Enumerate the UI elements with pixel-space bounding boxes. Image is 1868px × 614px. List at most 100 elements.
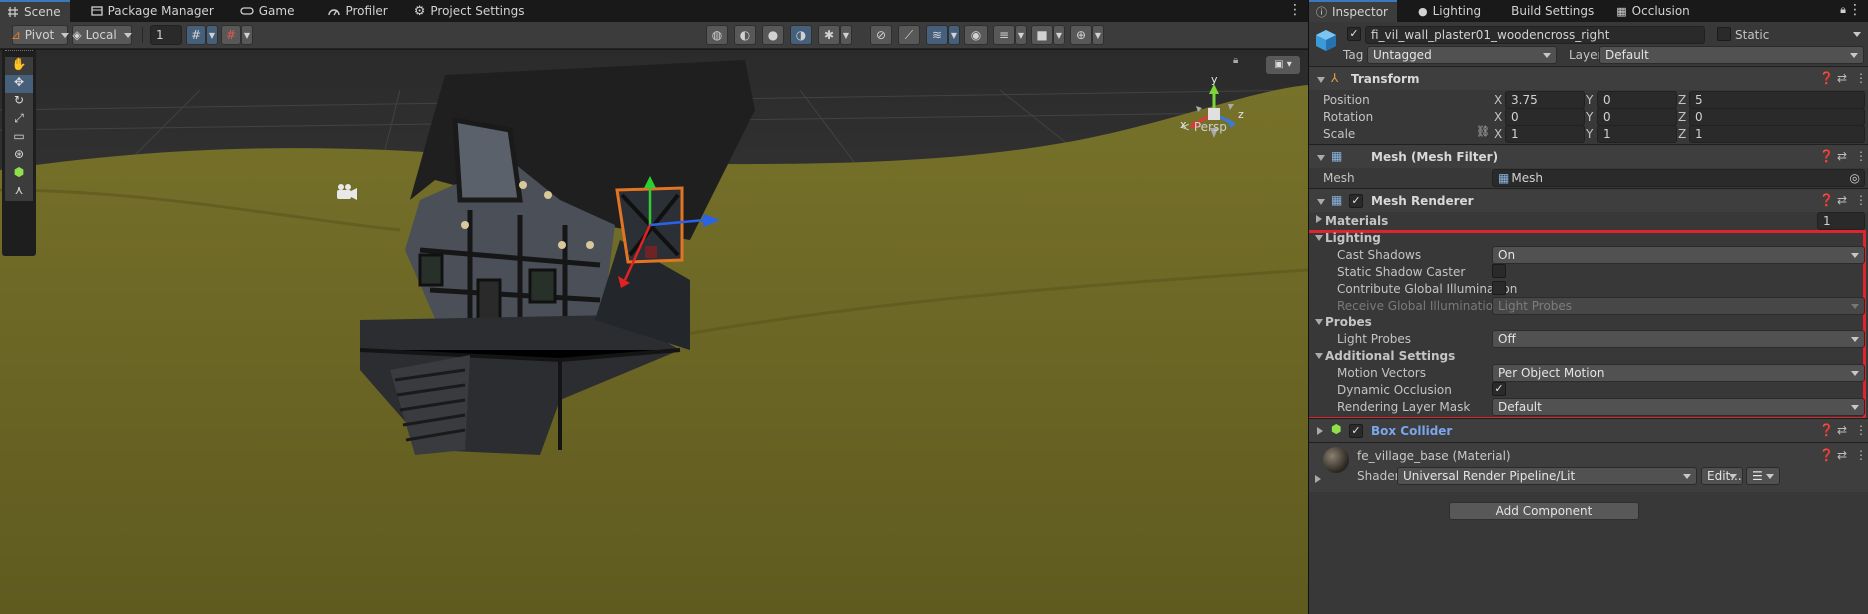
- move-tool-button[interactable]: ✥: [5, 75, 33, 93]
- motion-vectors-dropdown[interactable]: Per Object Motion: [1492, 364, 1865, 382]
- layer-dropdown[interactable]: Default: [1599, 46, 1864, 64]
- tab-package-manager[interactable]: Package Manager: [84, 0, 223, 22]
- effects-menu[interactable]: ▼: [840, 25, 852, 45]
- pivot-dropdown[interactable]: ⊿ Pivot: [11, 25, 68, 45]
- tab-game[interactable]: Game: [233, 0, 304, 22]
- tab-lighting[interactable]: ● Lighting: [1411, 0, 1490, 22]
- presets-icon[interactable]: ⇄: [1837, 193, 1847, 207]
- mesh-filter-header[interactable]: ▦ Mesh (Mesh Filter) ❓ ⇄ ⋮: [1309, 144, 1868, 168]
- box-collider-enabled-checkbox[interactable]: ✓: [1349, 424, 1363, 438]
- stack-menu[interactable]: ▼: [1015, 25, 1027, 45]
- materials-label[interactable]: Materials: [1325, 214, 1388, 228]
- mesh-object-field[interactable]: ▦ Mesh ◎: [1492, 169, 1865, 187]
- shader-menu-button[interactable]: ☰: [1746, 467, 1780, 485]
- audio-toggle-button[interactable]: ⊘: [870, 25, 892, 45]
- lock-icon[interactable]: 🔒︎: [1233, 55, 1238, 66]
- persp-label[interactable]: < Persp: [1180, 120, 1227, 134]
- fx-toggle-button[interactable]: ⟋: [898, 25, 920, 45]
- transform-header[interactable]: ⅄ Transform ❓ ⇄ ⋮: [1309, 66, 1868, 90]
- hidden-objects-button[interactable]: ◉: [964, 25, 988, 45]
- shaded-button[interactable]: ●: [762, 25, 784, 45]
- active-checkbox[interactable]: ✓: [1347, 27, 1361, 41]
- kebab-menu-icon[interactable]: ⋮: [1848, 3, 1862, 17]
- gizmos-button[interactable]: ⊕: [1070, 25, 1092, 45]
- increment-snap-menu[interactable]: ▼: [241, 25, 253, 45]
- object-name-field[interactable]: fi_vil_wall_plaster01_woodencross_right: [1365, 26, 1705, 44]
- mesh-renderer-enabled-checkbox[interactable]: ✓: [1349, 194, 1363, 208]
- scale-y-field[interactable]: 1: [1597, 125, 1677, 143]
- effects-button[interactable]: ✱: [818, 25, 840, 45]
- tag-dropdown[interactable]: Untagged: [1367, 46, 1557, 64]
- lock-icon[interactable]: 🔒︎: [1840, 3, 1846, 17]
- target-picker-icon[interactable]: ◎: [1850, 171, 1860, 185]
- tab-occlusion[interactable]: ▦ Occlusion: [1609, 0, 1699, 22]
- scale-tool-button[interactable]: ⤢: [5, 111, 33, 129]
- probes-section-label[interactable]: Probes: [1325, 315, 1372, 329]
- static-dropdown[interactable]: [1852, 26, 1866, 44]
- overlay-menu-button[interactable]: ▣ ▾: [1266, 56, 1300, 74]
- help-icon[interactable]: ❓: [1819, 423, 1834, 437]
- hand-tool-button[interactable]: ✋: [5, 57, 33, 75]
- increment-snap-button[interactable]: #: [221, 25, 241, 45]
- rect-tool-button[interactable]: ▭: [5, 129, 33, 147]
- static-checkbox[interactable]: [1717, 27, 1731, 41]
- presets-icon[interactable]: ⇄: [1837, 423, 1847, 437]
- collider-tool-button[interactable]: ⬢: [5, 165, 33, 183]
- local-dropdown[interactable]: ◈ Local: [72, 25, 132, 45]
- scale-x-field[interactable]: 1: [1505, 125, 1585, 143]
- position-y-field[interactable]: 0: [1597, 91, 1677, 109]
- position-x-field[interactable]: 3.75: [1505, 91, 1585, 109]
- camera-menu[interactable]: ▼: [1053, 25, 1065, 45]
- grid-snap-menu[interactable]: ▼: [206, 25, 218, 45]
- kebab-menu-icon[interactable]: ⋮: [1855, 448, 1867, 462]
- orientation-gizmo[interactable]: y x z: [1180, 73, 1250, 146]
- rotation-z-field[interactable]: 0: [1689, 108, 1865, 126]
- scale-z-field[interactable]: 1: [1689, 125, 1865, 143]
- rotation-y-field[interactable]: 0: [1597, 108, 1677, 126]
- scene-viewport[interactable]: ✋ ✥ ↻ ⤢ ▭ ⊛ ⬢ ⋏ y x z 🔒︎ < Persp ▣ ▾: [0, 50, 1308, 614]
- cast-shadows-dropdown[interactable]: On: [1492, 246, 1865, 264]
- kebab-menu-icon[interactable]: ⋮: [1288, 3, 1302, 17]
- materials-count-field[interactable]: 1: [1817, 212, 1865, 230]
- scene-visibility-button[interactable]: ≋: [926, 25, 948, 45]
- gizmos-menu[interactable]: ▼: [1092, 25, 1104, 45]
- additional-settings-label[interactable]: Additional Settings: [1325, 349, 1455, 363]
- shaded-wire-button[interactable]: ◐: [734, 25, 756, 45]
- rendering-layer-mask-dropdown[interactable]: Default: [1492, 398, 1865, 416]
- foldout-arrow-icon[interactable]: [1315, 353, 1323, 359]
- presets-icon[interactable]: ⇄: [1837, 71, 1847, 85]
- contribute-gi-checkbox[interactable]: [1492, 281, 1506, 295]
- foldout-collapsed-icon[interactable]: [1315, 475, 1321, 483]
- custom-tool-button[interactable]: ⋏: [5, 183, 33, 201]
- box-collider-header[interactable]: ⬢ ✓ Box Collider ❓ ⇄ ⋮: [1309, 418, 1868, 442]
- kebab-menu-icon[interactable]: ⋮: [1855, 71, 1867, 85]
- tab-inspector[interactable]: ⓘ Inspector: [1309, 0, 1397, 22]
- dynamic-occlusion-checkbox[interactable]: ✓: [1492, 382, 1506, 396]
- rotation-x-field[interactable]: 0: [1505, 108, 1585, 126]
- shader-dropdown[interactable]: Universal Render Pipeline/Lit: [1397, 467, 1697, 485]
- palette-drag-handle[interactable]: [5, 50, 33, 53]
- tab-build-settings[interactable]: Build Settings: [1504, 0, 1603, 22]
- position-z-field[interactable]: 5: [1689, 91, 1865, 109]
- light-probes-dropdown[interactable]: Off: [1492, 330, 1865, 348]
- draw-mode-globe-button[interactable]: ◍: [706, 25, 728, 45]
- kebab-menu-icon[interactable]: ⋮: [1855, 149, 1867, 163]
- tab-project-settings[interactable]: ⚙ Project Settings: [407, 0, 534, 22]
- tab-profiler[interactable]: Profiler: [321, 0, 396, 22]
- mesh-renderer-header[interactable]: ▦ ✓ Mesh Renderer ❓ ⇄ ⋮: [1309, 188, 1868, 212]
- help-icon[interactable]: ❓: [1819, 149, 1834, 163]
- foldout-arrow-icon[interactable]: [1315, 319, 1323, 325]
- help-icon[interactable]: ❓: [1819, 448, 1834, 462]
- link-icon[interactable]: ⛓: [1476, 125, 1490, 138]
- foldout-collapsed-icon[interactable]: [1316, 215, 1322, 223]
- lighting-toggle-button[interactable]: ◑: [790, 25, 812, 45]
- pane-divider[interactable]: [1308, 0, 1309, 614]
- add-component-button[interactable]: Add Component: [1449, 502, 1639, 520]
- edit-shader-button[interactable]: Edit...: [1701, 467, 1743, 485]
- kebab-menu-icon[interactable]: ⋮: [1855, 193, 1867, 207]
- lighting-section-label[interactable]: Lighting: [1325, 231, 1381, 245]
- grid-snap-button[interactable]: #: [186, 25, 206, 45]
- foldout-arrow-icon[interactable]: [1315, 235, 1323, 241]
- presets-icon[interactable]: ⇄: [1837, 448, 1847, 462]
- stack-button[interactable]: ≡: [993, 25, 1015, 45]
